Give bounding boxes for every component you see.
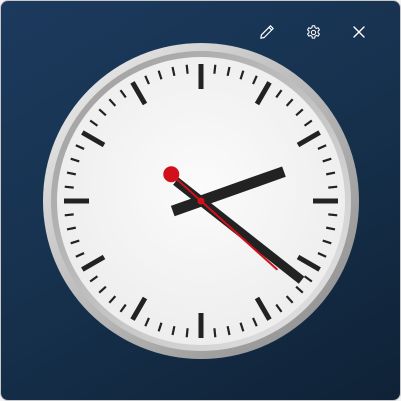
minute-tick	[328, 185, 338, 189]
pen-icon	[259, 24, 275, 40]
minute-tick	[185, 328, 189, 338]
minute-tick	[213, 64, 217, 74]
minute-tick	[213, 328, 217, 338]
minute-tick	[185, 64, 189, 74]
clock-face-svg	[43, 43, 359, 359]
second-hand-disc	[163, 166, 180, 183]
clock-widget	[0, 0, 401, 401]
analog-clock	[41, 41, 361, 361]
minute-tick	[328, 213, 338, 217]
minute-tick	[64, 213, 74, 217]
center-pin	[197, 197, 205, 205]
gear-icon	[305, 24, 322, 41]
close-icon	[352, 25, 366, 39]
minute-tick	[64, 185, 74, 189]
